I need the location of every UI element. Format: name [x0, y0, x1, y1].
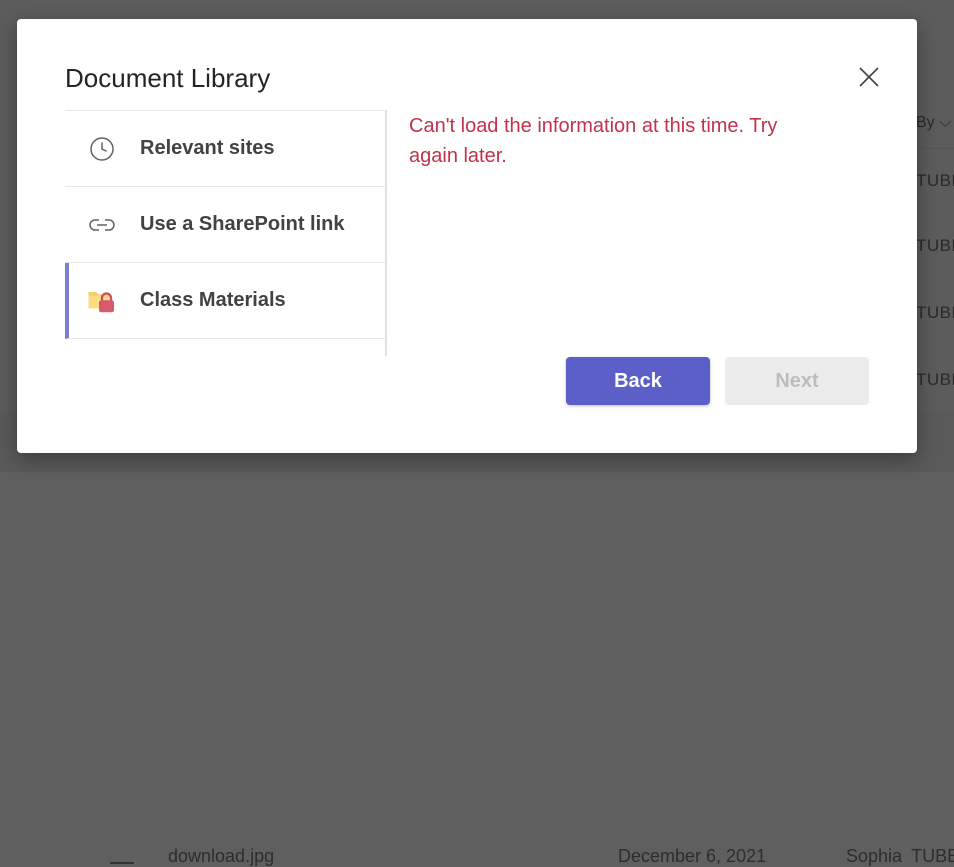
modified-by: Sophia TUBE	[846, 846, 954, 866]
clock-icon	[87, 134, 117, 164]
divider	[916, 148, 954, 149]
table-cell: TUBE	[916, 171, 954, 190]
document-library-dialog: Document Library Relevant sites Use a Sh…	[17, 19, 917, 453]
file-icon	[110, 848, 134, 864]
locked-folder-icon	[87, 286, 117, 316]
chevron-down-icon: ⌵	[939, 114, 952, 131]
column-header-modified-by: By ⌵	[916, 114, 952, 131]
table-cell: TUBE	[916, 303, 954, 322]
link-icon	[87, 210, 117, 240]
close-icon	[859, 67, 879, 87]
close-button[interactable]	[855, 63, 883, 91]
table-cell: TUBE	[916, 236, 954, 255]
table-cell: TUBE	[916, 370, 954, 389]
dialog-title: Document Library	[65, 63, 271, 93]
next-button[interactable]: Next	[725, 357, 869, 405]
modified-date: December 6, 2021	[618, 846, 767, 866]
source-nav: Relevant sites Use a SharePoint link Cla…	[65, 110, 387, 356]
nav-item-label: Relevant sites	[140, 137, 275, 159]
nav-item-class-materials[interactable]: Class Materials	[65, 263, 385, 339]
error-message: Can't load the information at this time.…	[409, 115, 778, 167]
nav-item-relevant-sites[interactable]: Relevant sites	[65, 111, 385, 187]
nav-item-sharepoint-link[interactable]: Use a SharePoint link	[65, 187, 385, 263]
nav-item-label: Use a SharePoint link	[140, 213, 345, 235]
file-name: download.jpg	[168, 846, 275, 866]
back-button[interactable]: Back	[566, 357, 710, 405]
nav-item-label: Class Materials	[140, 289, 286, 311]
